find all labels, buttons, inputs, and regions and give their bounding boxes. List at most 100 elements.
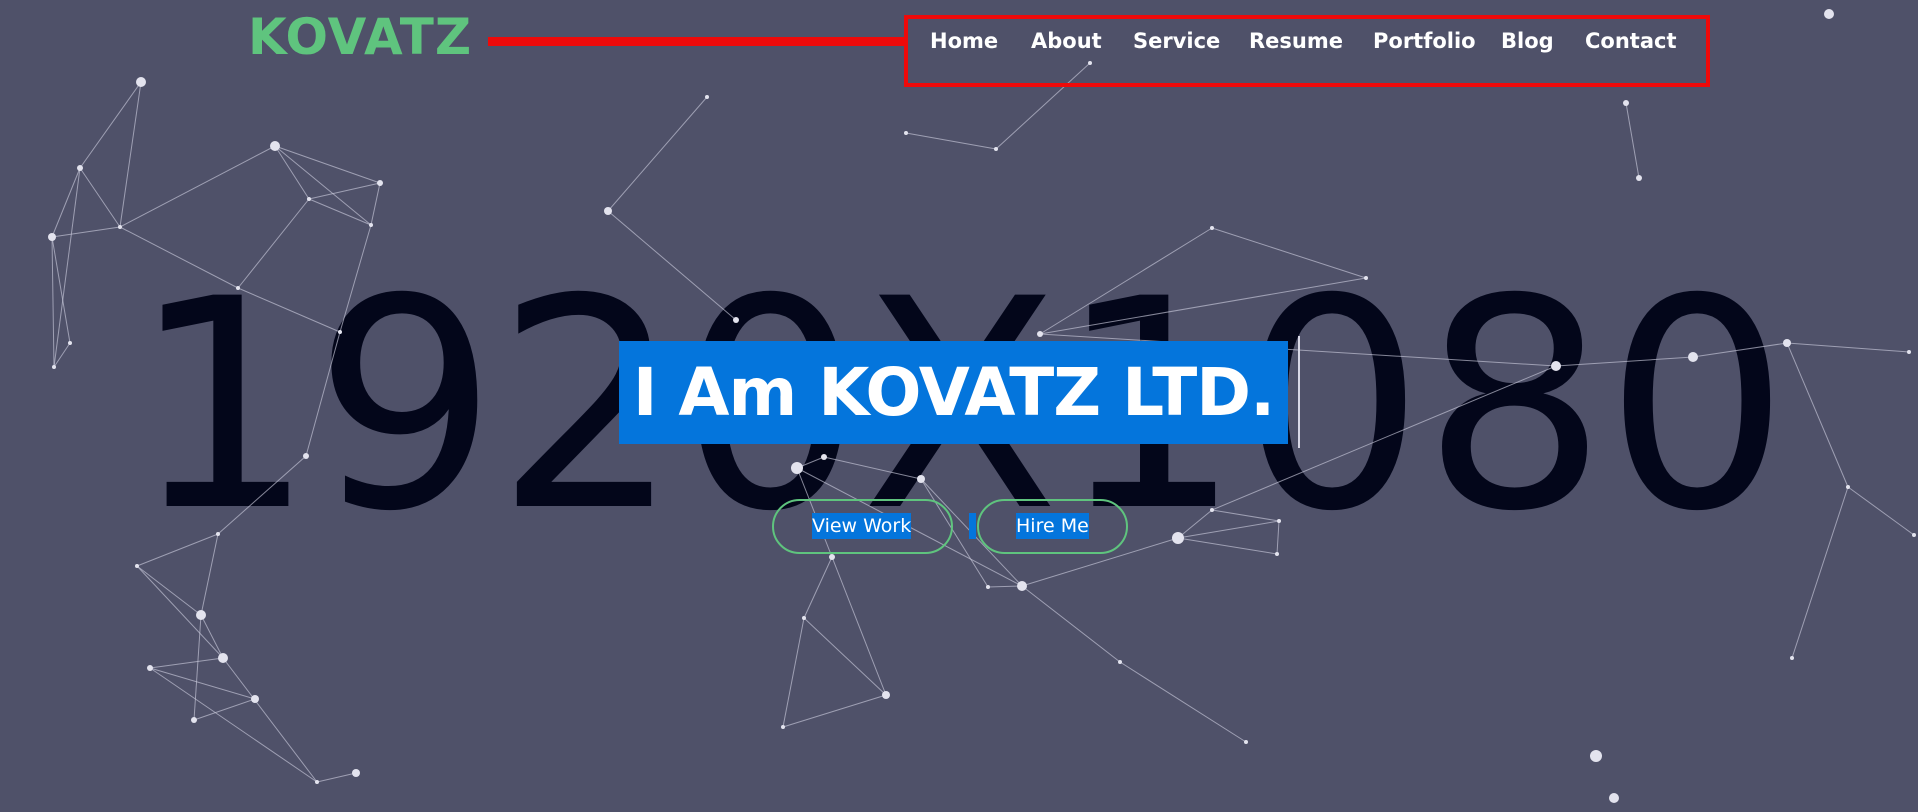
nav-link-about[interactable]: About (1031, 26, 1102, 56)
network-link (193, 698, 256, 721)
nav-link-contact[interactable]: Contact (1585, 26, 1677, 56)
network-node (1783, 339, 1791, 347)
network-node (781, 725, 785, 729)
network-link (803, 556, 833, 619)
network-node (1790, 656, 1794, 660)
network-link (987, 585, 1023, 588)
network-node (882, 691, 890, 699)
nav-link-blog[interactable]: Blog (1501, 26, 1554, 56)
network-link (1791, 486, 1849, 659)
network-node (136, 77, 146, 87)
network-node (147, 665, 153, 671)
network-node (196, 610, 206, 620)
network-link (1786, 342, 1849, 488)
nav-link-portfolio[interactable]: Portfolio (1373, 26, 1476, 56)
network-link (1177, 537, 1278, 555)
network-node (1590, 750, 1602, 762)
network-link (222, 657, 318, 783)
network-link (1211, 227, 1367, 279)
network-link (607, 96, 708, 212)
network-link (53, 167, 81, 368)
network-link (305, 331, 341, 457)
network-node (307, 197, 311, 201)
view-work-button[interactable]: View Work (772, 499, 953, 554)
network-link (200, 533, 219, 616)
network-link (1276, 520, 1280, 555)
network-link (79, 167, 121, 228)
network-link (803, 617, 887, 696)
network-link (274, 145, 381, 184)
network-link (237, 198, 310, 289)
network-link (217, 455, 307, 535)
network-node (1824, 9, 1834, 19)
view-work-label: View Work (812, 513, 912, 539)
text-caret (1298, 336, 1300, 448)
network-node (791, 462, 803, 474)
network-node (236, 286, 240, 290)
network-link (905, 132, 997, 150)
network-node (904, 131, 908, 135)
network-link (1021, 585, 1121, 663)
network-node (1551, 361, 1561, 371)
nav-link-resume[interactable]: Resume (1249, 26, 1343, 56)
network-node (1210, 226, 1214, 230)
network-link (782, 617, 805, 728)
network-link (51, 236, 71, 344)
hire-me-label: Hire Me (1016, 513, 1089, 539)
network-link (316, 772, 357, 783)
network-node (352, 769, 360, 777)
network-link (51, 226, 121, 238)
network-node (986, 585, 990, 589)
network-node (270, 141, 280, 151)
network-node (52, 365, 56, 369)
network-link (308, 198, 372, 226)
network-link (607, 210, 737, 321)
network-link (119, 81, 142, 228)
network-link (1211, 509, 1280, 522)
network-link (1177, 509, 1213, 539)
network-link (308, 182, 381, 200)
network-node (1364, 276, 1368, 280)
network-link (782, 694, 887, 728)
network-node (821, 454, 827, 460)
network-link (136, 565, 224, 659)
network-node (1277, 519, 1281, 523)
network-link (1177, 520, 1280, 539)
network-node (77, 165, 83, 171)
hero-section: 1920X1080 KOVATZ Home About Service Resu… (0, 0, 1918, 812)
network-node (68, 341, 72, 345)
network-link (119, 145, 276, 228)
network-link (119, 226, 239, 289)
annotation-highlight-bar (488, 37, 904, 46)
network-node (303, 453, 309, 459)
network-node (377, 180, 383, 186)
network-link (1039, 227, 1213, 335)
network-node (1172, 532, 1184, 544)
network-link (51, 236, 55, 368)
network-link (136, 565, 202, 616)
network-node (135, 564, 139, 568)
nav-link-service[interactable]: Service (1133, 26, 1220, 56)
network-node (1907, 350, 1911, 354)
network-link (1786, 342, 1910, 353)
network-link (1555, 356, 1694, 367)
nav-link-home[interactable]: Home (930, 26, 998, 56)
selection-gap-marker (969, 513, 976, 539)
network-link (149, 657, 224, 669)
network-node (802, 616, 806, 620)
network-link (149, 667, 256, 700)
network-link (831, 556, 887, 696)
site-logo[interactable]: KOVATZ (248, 6, 472, 68)
network-link (1119, 661, 1247, 743)
network-link (274, 145, 310, 200)
network-node (917, 475, 925, 483)
network-node (191, 717, 197, 723)
network-link (339, 224, 372, 333)
network-node (1609, 793, 1619, 803)
network-node (994, 147, 998, 151)
network-node (251, 695, 259, 703)
network-node (1244, 740, 1248, 744)
hero-headline: I Am KOVATZ LTD. (632, 354, 1275, 431)
network-link (136, 533, 219, 567)
hire-me-button[interactable]: Hire Me (977, 499, 1128, 554)
